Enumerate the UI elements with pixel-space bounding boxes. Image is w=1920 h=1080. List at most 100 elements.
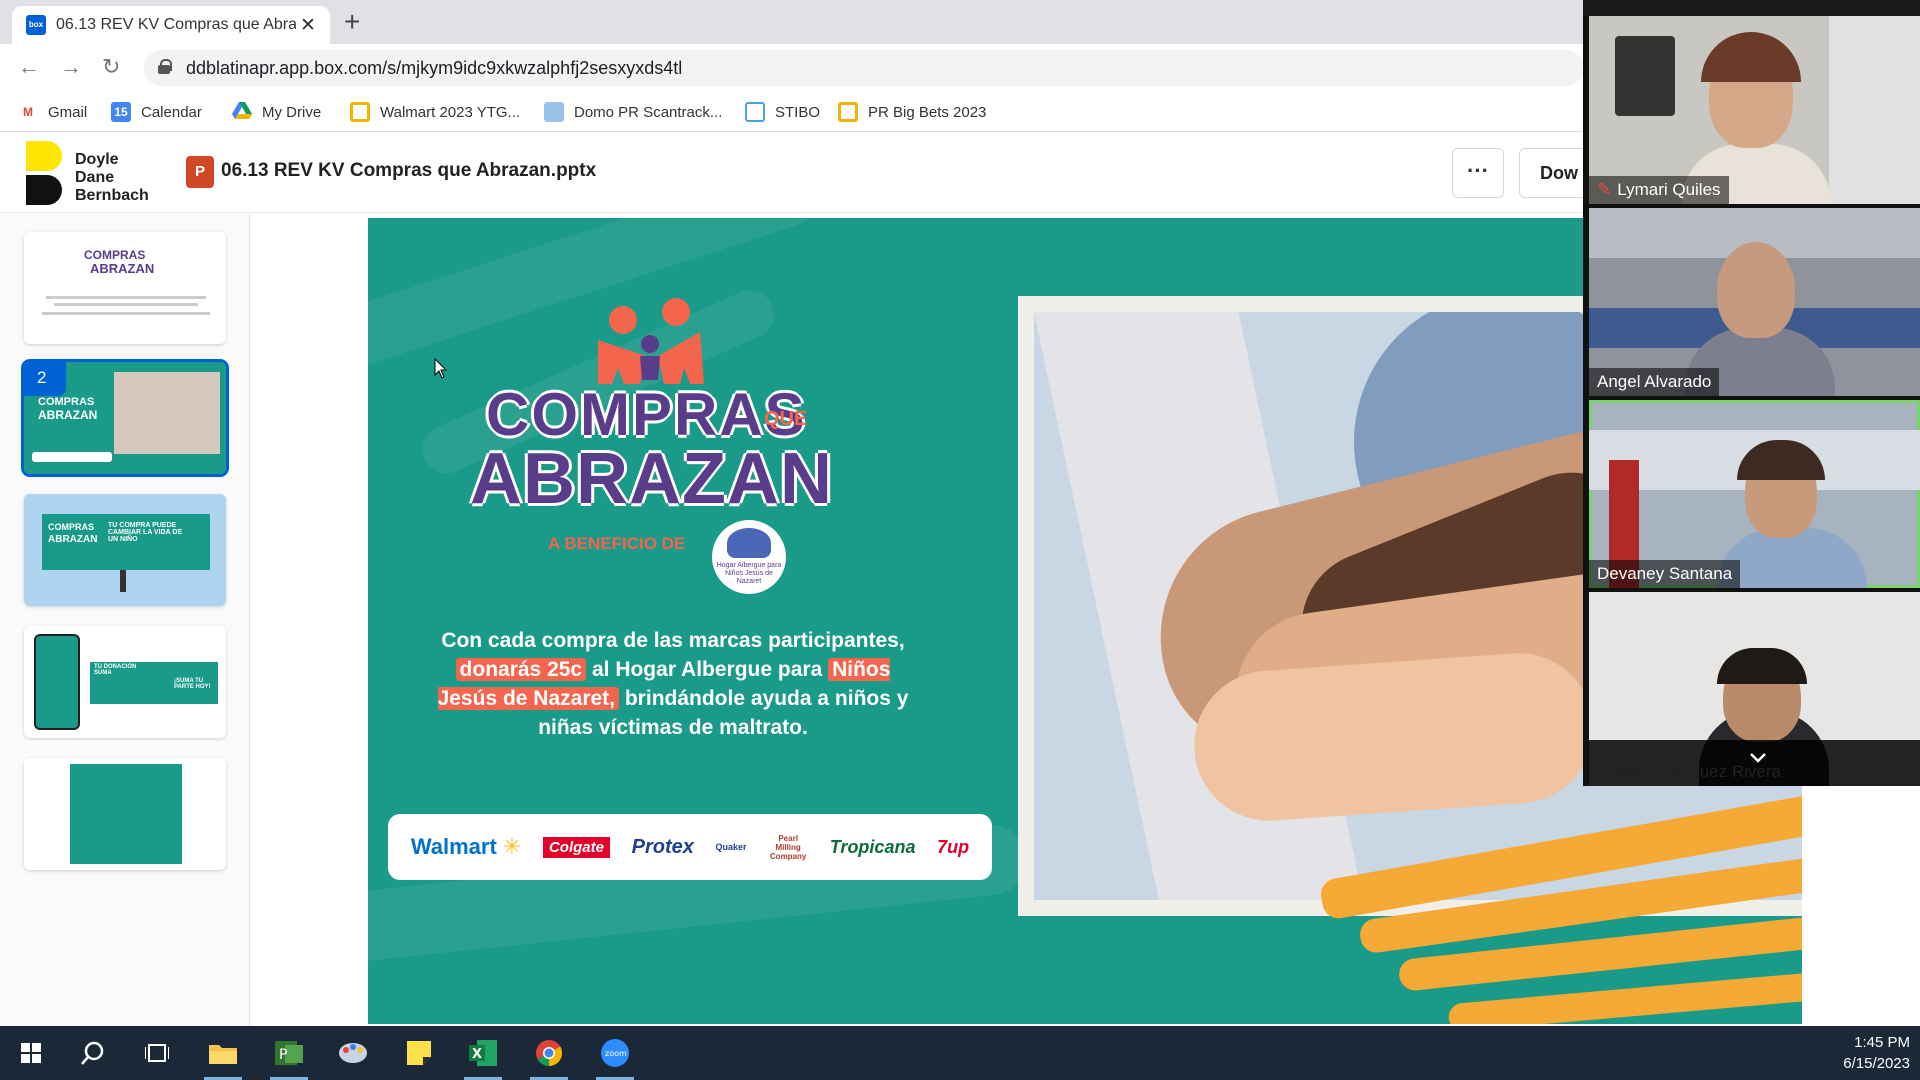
thumb-title-top: COMPRAS	[48, 522, 95, 532]
bookmark-label: PR Big Bets 2023	[868, 103, 987, 121]
browser-tab[interactable]: box 06.13 REV KV Compras que Abrazan.ppt…	[12, 6, 330, 44]
campaign-logo: COMPRAS QUE ABRAZAN A BENEFICIO DE Hogar…	[468, 298, 848, 618]
mouse-cursor-icon	[434, 358, 448, 379]
thumb-billboard-pole	[120, 570, 126, 592]
quaker-logo: Quaker	[715, 842, 747, 852]
forward-icon[interactable]: →	[60, 54, 82, 80]
window-blinds	[1829, 16, 1920, 204]
sticky-notes-icon[interactable]	[392, 1026, 446, 1080]
participant-name: Angel Alvarado	[1589, 368, 1720, 396]
clock-time: 1:45 PM	[1854, 1034, 1910, 1051]
slide-thumbnail-1[interactable]: COMPRAS ABRAZAN	[24, 232, 226, 344]
chrome-icon[interactable]	[522, 1026, 576, 1080]
participant-name-text: Devaney Santana	[1597, 564, 1733, 583]
slide-thumbnail-2[interactable]: 2 COMPRAS ABRAZAN	[21, 359, 229, 477]
ddb-brand-name: Doyle Dane Bernbach	[75, 151, 149, 205]
slide-number-badge: 2	[24, 362, 66, 396]
clock-date: 6/15/2023	[1843, 1055, 1910, 1072]
search-icon[interactable]	[66, 1026, 120, 1080]
slide-thumbnail-3[interactable]: COMPRAS ABRAZAN TU COMPRA PUEDE CAMBIAR …	[24, 494, 226, 606]
svg-text:X: X	[472, 1047, 482, 1062]
task-view-icon[interactable]	[130, 1026, 184, 1080]
thumb-title-bottom: ABRAZAN	[38, 408, 98, 422]
logo-abrazan: ABRAZAN	[470, 439, 833, 519]
thumb-phone	[34, 634, 80, 730]
bookmark-gmail[interactable]: M Gmail	[18, 100, 87, 124]
screen: box 06.13 REV KV Compras que Abrazan.ppt…	[0, 0, 1920, 1080]
start-icon[interactable]	[4, 1026, 58, 1080]
brand-logos-bar: Walmart ✳ Colgate Protex Quaker Pearl Mi…	[388, 814, 992, 880]
chevron-down-icon[interactable]	[1749, 748, 1767, 766]
thumb-title-bottom: ABRAZAN	[48, 534, 98, 545]
more-options-button[interactable]: ···	[1452, 148, 1504, 198]
reload-icon[interactable]: ↻	[102, 54, 120, 80]
excel-icon[interactable]: X	[456, 1026, 510, 1080]
slide-thumbnail-5[interactable]	[24, 758, 226, 870]
ddb-logo[interactable]	[26, 141, 62, 205]
file-explorer-icon[interactable]	[196, 1026, 250, 1080]
lock-icon[interactable]	[158, 59, 172, 74]
thumb-tagline-2: ¡SUMA TU PARTE HOY!	[174, 678, 211, 690]
system-clock[interactable]: 1:45 PM 6/15/2023	[1843, 1032, 1910, 1074]
project-icon[interactable]: P	[262, 1026, 316, 1080]
back-icon[interactable]: ←	[18, 54, 40, 80]
body-text-1: Con cada compra de las marcas participan…	[441, 629, 905, 652]
tab-title: 06.13 REV KV Compras que Abrazan.pptx	[56, 16, 296, 33]
participant-tile-roberto[interactable]: Roberto Vazquez Rivera	[1589, 592, 1920, 786]
pearl-milling-logo: Pearl Milling Company	[769, 833, 807, 861]
participant-tile-angel[interactable]: Angel Alvarado	[1589, 208, 1920, 396]
bookmark-label: Domo PR Scantrack...	[574, 103, 723, 121]
bookmark-domo[interactable]: Domo PR Scantrack...	[544, 100, 722, 124]
url-text[interactable]: ddblatinapr.app.box.com/s/mjkym9idc9xkwz…	[186, 58, 682, 79]
address-bar[interactable]: ddblatinapr.app.box.com/s/mjkym9idc9xkwz…	[144, 50, 1584, 86]
pptx-file-icon: P	[186, 156, 214, 188]
brand-line: Dane	[75, 169, 115, 186]
bookmark-label: STIBO	[775, 103, 821, 121]
participant-face	[1717, 242, 1795, 338]
muted-mic-icon: ✎	[1597, 180, 1612, 199]
body-text-2: al Hogar Albergue para	[591, 658, 823, 681]
logo-que: QUE	[764, 408, 808, 430]
logo-beneficio: A BENEFICIO DE	[548, 534, 686, 553]
thumb-text-line	[42, 312, 210, 315]
thumb-photo	[114, 372, 220, 454]
participant-name-text: Lymari Quiles	[1617, 180, 1721, 199]
paint-icon[interactable]	[326, 1026, 380, 1080]
bookmark-my-drive[interactable]: My Drive	[232, 100, 321, 124]
ddb-logo-yellow	[26, 141, 62, 171]
bookmark-label: My Drive	[262, 103, 322, 121]
drive-icon	[232, 102, 252, 122]
zoom-gallery-panel: ✎ Lymari Quiles Angel Alvarado Devaney Sa…	[1583, 0, 1920, 786]
page-icon	[745, 102, 765, 122]
bookmark-stibo[interactable]: STIBO	[745, 100, 820, 124]
slide-thumbnail-4[interactable]: TU DONACIÓN SUMA ¡SUMA TU PARTE HOY!	[24, 626, 226, 738]
thumb-title-top: COMPRAS	[84, 248, 146, 262]
walmart-logo: Walmart ✳	[410, 834, 522, 859]
participant-name: ✎ Lymari Quiles	[1589, 176, 1729, 204]
participant-hair	[1701, 32, 1801, 82]
slides-icon	[350, 102, 370, 122]
slide-body-text: Con cada compra de las marcas participan…	[428, 626, 918, 742]
thumb-title-bottom: ABRAZAN	[90, 261, 155, 276]
participant-hair	[1717, 648, 1807, 684]
windows-taskbar: P X zoom 1:45 PM 6/15/2023	[0, 1026, 1920, 1080]
hogar-albergue-logo: Hogar Albergue para Niños Jesús de Nazar…	[712, 520, 786, 594]
tropicana-logo: Tropicana	[829, 836, 916, 857]
file-name: 06.13 REV KV Compras que Abrazan.pptx	[221, 160, 597, 181]
participant-name: Devaney Santana	[1589, 560, 1741, 588]
bookmark-label: Gmail	[48, 103, 88, 121]
bookmark-walmart[interactable]: Walmart 2023 YTG...	[350, 100, 520, 124]
thumb-green-panel	[70, 764, 182, 864]
body-highlight-donation: donarás 25c	[455, 658, 587, 681]
svg-text:zoom: zoom	[605, 1049, 627, 1058]
zoom-icon[interactable]: zoom	[588, 1026, 642, 1080]
tab-close-icon[interactable]: ✕	[300, 14, 316, 37]
participant-name-text: Angel Alvarado	[1597, 372, 1712, 391]
participant-tile-lymari[interactable]: ✎ Lymari Quiles	[1589, 16, 1920, 204]
bookmark-calendar[interactable]: 15 Calendar	[111, 100, 202, 124]
bookmark-pr-big-bets[interactable]: PR Big Bets 2023	[838, 100, 986, 124]
participant-tile-devaney[interactable]: Devaney Santana	[1589, 400, 1920, 588]
walmart-logo-text: Walmart	[410, 834, 497, 859]
slides-icon	[838, 102, 858, 122]
new-tab-icon[interactable]: +	[344, 6, 360, 38]
